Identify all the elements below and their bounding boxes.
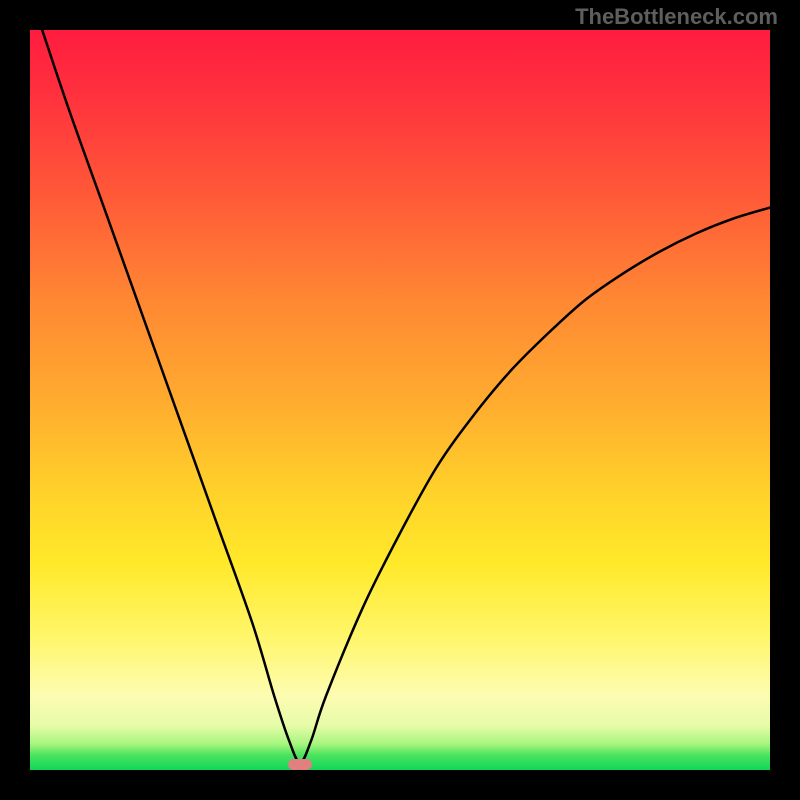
bottleneck-curve-path (30, 30, 770, 763)
bottleneck-curve-svg (30, 30, 770, 770)
optimal-point-marker (288, 759, 312, 770)
watermark-text: TheBottleneck.com (575, 4, 778, 30)
chart-area (30, 30, 770, 770)
